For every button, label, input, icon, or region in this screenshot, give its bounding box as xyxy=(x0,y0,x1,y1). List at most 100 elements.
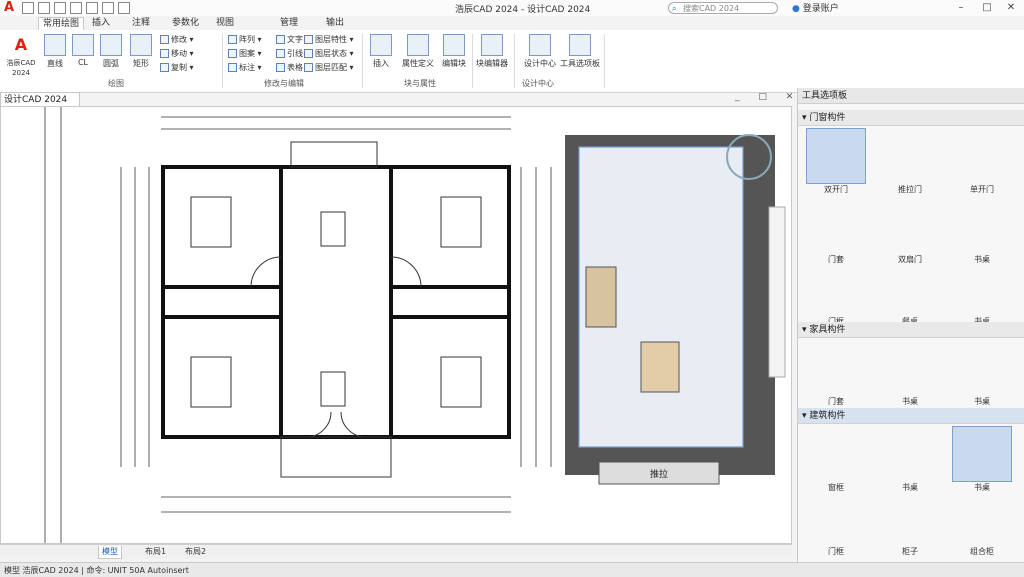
design-center-button[interactable]: 设计中心 xyxy=(520,34,560,69)
palette-item-double-door[interactable]: 双开门 xyxy=(804,128,868,198)
panel-separator xyxy=(362,34,363,88)
edit-block-button[interactable]: 编辑块 xyxy=(438,34,470,69)
palette-item-single-door[interactable]: 单开门 xyxy=(950,128,1014,198)
document-tab[interactable]: 设计CAD 2024 xyxy=(0,92,80,106)
dimension-dropdown[interactable]: 标注 ▾ xyxy=(228,62,262,73)
tab-manage[interactable]: 管理 xyxy=(276,17,302,29)
furniture-outlines xyxy=(190,141,482,478)
panel-label-modify: 修改与编辑 xyxy=(264,79,304,88)
move-dropdown[interactable]: 移动 ▾ xyxy=(160,48,194,59)
hatch-icon xyxy=(228,49,237,58)
tab-model[interactable]: 模型 xyxy=(98,546,122,559)
open-file-icon[interactable] xyxy=(38,2,50,14)
palette-section-doors[interactable]: ▾ 门窗构件 xyxy=(798,110,1024,126)
text-icon xyxy=(276,35,285,44)
palette-item-desk-6[interactable]: 书桌 xyxy=(950,426,1014,496)
search-icon: ⌕ xyxy=(672,4,677,13)
tool-palette-button[interactable]: 工具选项板 xyxy=(560,34,600,69)
tab-layout1[interactable]: 布局1 xyxy=(142,546,169,558)
palette-item-door-frame-2[interactable]: 门框 xyxy=(804,490,868,560)
desk-icon xyxy=(880,426,940,482)
line-button[interactable]: 直线 xyxy=(42,34,68,69)
palette-item-desk-2[interactable]: 书桌 xyxy=(950,260,1014,330)
palette-item-desk-4[interactable]: 书桌 xyxy=(950,340,1014,410)
tool-palette-panel: 工具选项板 ▾ 门窗构件 双开门 推拉门 单开门 门套 双扇门 书桌 门框 餐桌… xyxy=(797,88,1024,562)
layer-state-dropdown[interactable]: 图层状态 ▾ xyxy=(304,48,354,59)
hatch-dropdown[interactable]: 图案 ▾ xyxy=(228,48,262,59)
palette-item-combo-cabinet[interactable]: 组合柜 xyxy=(950,490,1014,560)
redo-icon[interactable] xyxy=(118,2,130,14)
rectangle-button[interactable]: 矩形 xyxy=(126,34,156,69)
palette-item-desk-5[interactable]: 书桌 xyxy=(878,426,942,496)
minimize-icon[interactable]: – xyxy=(950,0,972,16)
desk-icon xyxy=(952,198,1012,254)
save-icon[interactable] xyxy=(54,2,66,14)
palette-section-furniture[interactable]: ▾ 家具构件 xyxy=(798,322,1024,338)
array-dropdown[interactable]: 阵列 ▾ xyxy=(228,34,262,45)
dining-table-icon xyxy=(880,260,940,316)
tab-view[interactable]: 视图 xyxy=(212,17,238,29)
tool-palette-icon xyxy=(569,34,591,56)
layer-state-icon xyxy=(304,49,313,58)
undo-icon[interactable] xyxy=(102,2,114,14)
panel-separator xyxy=(472,34,473,88)
palette-item-desk[interactable]: 书桌 xyxy=(950,198,1014,268)
copy-dropdown[interactable]: 复制 ▾ xyxy=(160,62,194,73)
palette-item-door-set[interactable]: 门套 xyxy=(804,340,868,410)
tab-home[interactable]: 常用绘图 xyxy=(38,17,85,30)
new-file-icon[interactable] xyxy=(22,2,34,14)
door-set-icon xyxy=(806,340,866,396)
block-editor-icon xyxy=(481,34,503,56)
tab-output[interactable]: 输出 xyxy=(322,17,348,29)
palette-item-dining-table[interactable]: 餐桌 xyxy=(878,260,942,330)
maximize-icon[interactable]: □ xyxy=(976,0,998,16)
palette-section-building[interactable]: ▾ 建筑构件 xyxy=(798,408,1024,424)
line-icon xyxy=(44,34,66,56)
save-as-icon[interactable] xyxy=(70,2,82,14)
app-menu-icon: A xyxy=(14,35,28,54)
block-editor-button[interactable]: 块编辑器 xyxy=(474,34,510,69)
app-menu-button[interactable]: A 浩辰CAD 2024 xyxy=(4,34,38,77)
leader-icon xyxy=(276,49,285,58)
door-frame-icon xyxy=(806,490,866,546)
palette-item-window-frame[interactable]: 窗框 xyxy=(804,426,868,496)
close-icon[interactable]: ✕ xyxy=(1000,0,1022,16)
rectangle-icon xyxy=(130,34,152,56)
navigation-bar xyxy=(768,206,786,378)
search-input[interactable]: ⌕ 搜索CAD 2024 xyxy=(668,2,778,14)
palette-item-door-frame[interactable]: 门套 xyxy=(804,198,868,268)
cabinet-icon xyxy=(880,490,940,546)
attribute-button[interactable]: 属性定义 xyxy=(400,34,436,69)
palette-item-sliding-door[interactable]: 推拉门 xyxy=(878,128,942,198)
insert-block-button[interactable]: 插入 xyxy=(366,34,396,69)
palette-item-double-leaf-door[interactable]: 双扇门 xyxy=(878,198,942,268)
palette-title: 工具选项板 xyxy=(798,88,1024,104)
palette-item-label: 推拉 xyxy=(650,468,668,480)
tab-layout2[interactable]: 布局2 xyxy=(182,546,209,558)
app-logo-icon[interactable]: A xyxy=(2,1,16,15)
tab-annotate[interactable]: 注释 xyxy=(128,17,154,29)
polyline-button[interactable]: CL xyxy=(70,34,96,67)
drawing-canvas[interactable]: 推拉 xyxy=(0,106,792,544)
desk-icon xyxy=(952,260,1012,316)
single-door-icon xyxy=(952,128,1012,184)
arc-button[interactable]: 圆弧 xyxy=(98,34,124,69)
copy-icon xyxy=(160,63,169,72)
palette-item-door-case[interactable]: 门框 xyxy=(804,260,868,330)
tab-parametric[interactable]: 参数化 xyxy=(168,17,203,29)
ribbon-panel: A 浩辰CAD 2024 直线 CL 圆弧 矩形 修改 ▾ 移动 ▾ 复制 ▾ … xyxy=(0,30,1024,93)
print-icon[interactable] xyxy=(86,2,98,14)
move-icon xyxy=(160,49,169,58)
edit-block-icon xyxy=(443,34,465,56)
design-center-icon xyxy=(529,34,551,56)
layer-match-dropdown[interactable]: 图层匹配 ▾ xyxy=(304,62,354,73)
document-window-controls[interactable]: _ □ ✕ xyxy=(735,92,801,102)
user-login-button[interactable]: ● 登录账户 xyxy=(792,1,839,14)
palette-item-desk-3[interactable]: 书桌 xyxy=(878,340,942,410)
modify-dropdown[interactable]: 修改 ▾ xyxy=(160,34,194,45)
tab-insert[interactable]: 插入 xyxy=(88,17,114,29)
palette-item-cabinet[interactable]: 柜子 xyxy=(878,490,942,560)
panel-separator xyxy=(604,34,605,88)
desk-icon xyxy=(952,340,1012,396)
layer-properties-dropdown[interactable]: 图层特性 ▾ xyxy=(304,34,354,45)
